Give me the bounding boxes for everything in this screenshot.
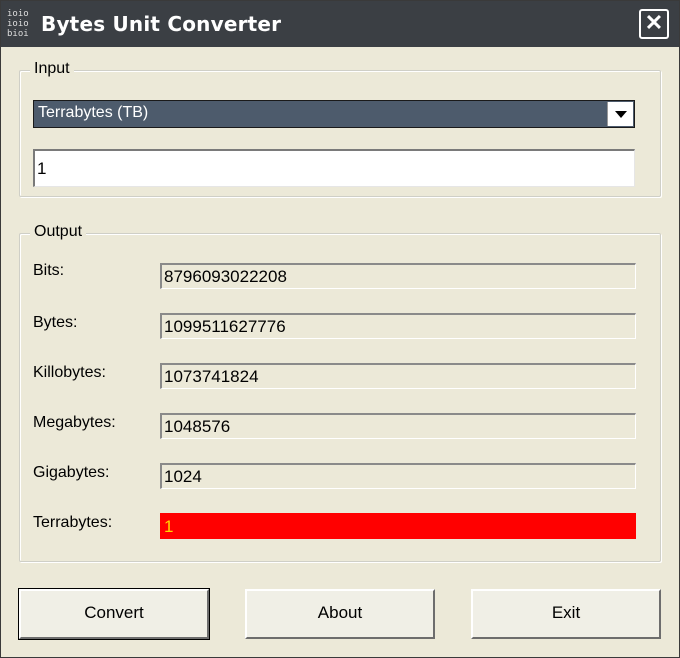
chevron-down-icon[interactable] (607, 102, 633, 126)
kilobytes-output[interactable]: 1073741824 (160, 363, 636, 389)
unit-select-value: Terrabytes (TB) (38, 104, 149, 121)
input-legend: Input (30, 60, 74, 78)
megabytes-output[interactable]: 1048576 (160, 413, 636, 439)
input-group: Input Terrabytes (TB) (19, 60, 661, 197)
close-button[interactable]: ✕ (639, 9, 669, 39)
bytes-output[interactable]: 1099511627776 (160, 313, 636, 339)
window-title: Bytes Unit Converter (41, 12, 282, 36)
app-icon: ioio ioio bioi (7, 9, 29, 39)
close-icon: ✕ (644, 10, 664, 35)
output-legend: Output (30, 223, 87, 241)
bytes-label: Bytes: (33, 314, 78, 331)
convert-button[interactable]: Convert (18, 588, 210, 640)
terabytes-output[interactable]: 1 (160, 513, 636, 539)
value-input[interactable] (33, 149, 635, 187)
converter-window: ioio ioio bioi Bytes Unit Converter ✕ Inpu… (0, 0, 680, 658)
output-group: Output Bits: 8796093022208 Bytes: 109951… (19, 223, 661, 562)
gigabytes-output[interactable]: 1024 (160, 463, 636, 489)
gigabytes-label: Gigabytes: (33, 464, 110, 481)
title-bar[interactable]: ioio ioio bioi Bytes Unit Converter ✕ (1, 1, 679, 47)
bits-label: Bits: (33, 262, 65, 279)
kilobytes-label: Killobytes: (33, 364, 106, 381)
exit-button[interactable]: Exit (471, 589, 661, 639)
about-button[interactable]: About (245, 589, 435, 639)
unit-select[interactable]: Terrabytes (TB) (33, 100, 635, 128)
terabytes-label: Terrabytes: (33, 514, 113, 531)
megabytes-label: Megabytes: (33, 414, 116, 431)
bits-output[interactable]: 8796093022208 (160, 263, 636, 289)
